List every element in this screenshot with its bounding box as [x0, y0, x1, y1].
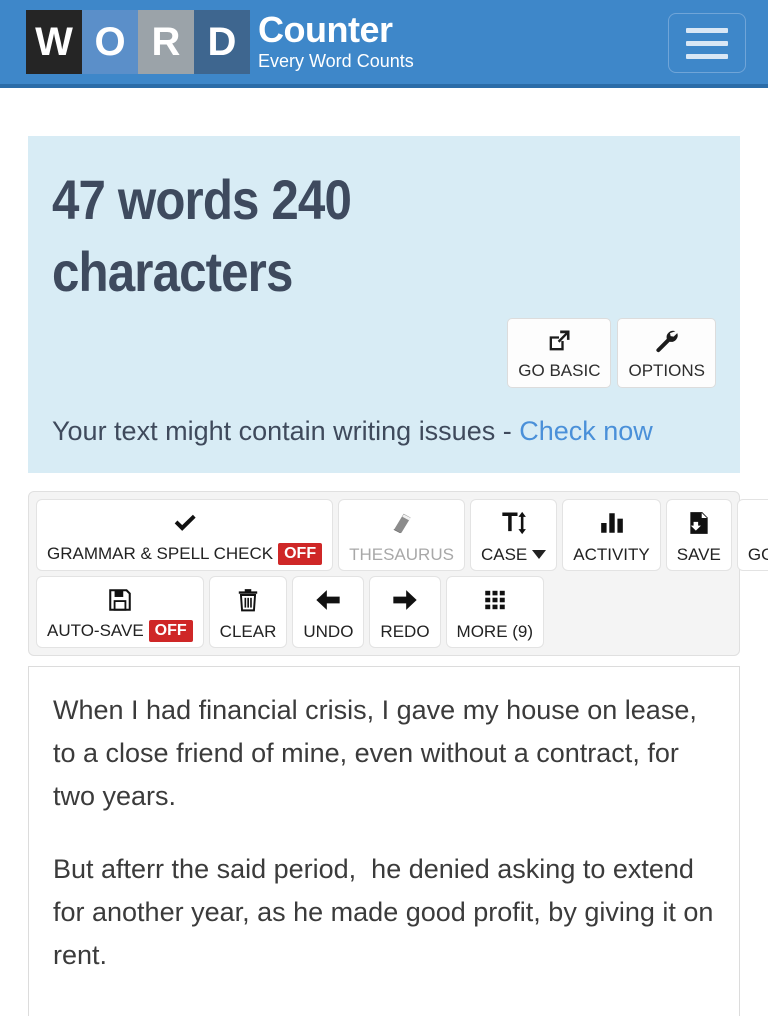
writing-issues-notice: Your text might contain writing issues -… [52, 416, 716, 447]
options-label: OPTIONS [628, 361, 705, 380]
redo-label: REDO [380, 622, 430, 641]
stats-panel: 47 words 240 characters GO BASIC OPTIONS… [28, 136, 740, 473]
logo-tile-r: R [138, 10, 194, 74]
logo-tile-d: D [194, 10, 250, 74]
editor-paragraph-1: When I had financial crisis, I gave my h… [53, 695, 705, 811]
save-label: SAVE [676, 545, 721, 564]
editor-paragraph-2: But afterr the said period, he denied as… [53, 854, 721, 970]
goal-label: GOAL [747, 545, 768, 564]
save-button[interactable]: SAVE [665, 499, 732, 571]
arrow-left-icon [314, 583, 342, 617]
hamburger-menu-icon[interactable] [668, 13, 746, 73]
thesaurus-label: THESAURUS [349, 545, 454, 564]
auto-save-label-row: AUTO-SAVE OFF [47, 620, 193, 642]
activity-label: ACTIVITY [573, 545, 650, 564]
auto-save-label: AUTO-SAVE [47, 621, 144, 640]
book-icon [389, 506, 415, 540]
text-editor-area[interactable]: When I had financial crisis, I gave my h… [28, 666, 740, 1016]
save-download-icon [686, 506, 712, 540]
undo-label: UNDO [303, 622, 354, 641]
brand-logo[interactable]: W O R D Counter Every Word Counts [26, 10, 414, 74]
menu-bar-3 [686, 53, 728, 59]
go-basic-label: GO BASIC [518, 361, 601, 380]
grammar-spell-check-label: GRAMMAR & SPELL CHECK [47, 544, 274, 563]
check-now-link[interactable]: Check now [519, 416, 653, 446]
editor-toolbar: GRAMMAR & SPELL CHECK OFF THESAURUS CASE… [28, 491, 768, 656]
grid-icon [482, 583, 508, 617]
brand-wordmark: Counter Every Word Counts [258, 10, 414, 72]
logo-tile-o: O [82, 10, 138, 74]
site-header: W O R D Counter Every Word Counts [0, 0, 768, 88]
menu-bar-2 [686, 40, 728, 46]
toolbar-row-2: AUTO-SAVE OFF CLEAR UNDO REDO MORE (9) [36, 576, 732, 648]
undo-button[interactable]: UNDO [292, 576, 365, 648]
activity-button[interactable]: ACTIVITY [562, 499, 661, 571]
logo-tile-w: W [26, 10, 82, 74]
trash-icon [235, 583, 261, 617]
case-button[interactable]: CASE [469, 499, 558, 571]
go-basic-button[interactable]: GO BASIC [507, 318, 612, 388]
brand-tagline: Every Word Counts [258, 51, 414, 71]
writing-issues-text: Your text might contain writing issues - [52, 416, 520, 446]
more-button[interactable]: MORE (9) [445, 576, 545, 648]
case-label: CASE [480, 545, 528, 564]
clear-button[interactable]: CLEAR [208, 576, 288, 648]
stats-actions: GO BASIC OPTIONS [52, 318, 716, 388]
text-height-icon [500, 506, 528, 540]
arrow-right-icon [391, 583, 419, 617]
grammar-spell-check-label-row: GRAMMAR & SPELL CHECK OFF [47, 543, 323, 565]
word-character-count-headline: 47 words 240 characters [52, 168, 352, 303]
page-body: 47 words 240 characters GO BASIC OPTIONS… [0, 136, 768, 1016]
auto-save-button[interactable]: AUTO-SAVE OFF [36, 576, 204, 648]
floppy-disk-icon [107, 583, 133, 617]
grammar-spell-check-button[interactable]: GRAMMAR & SPELL CHECK OFF [36, 499, 334, 571]
thesaurus-button[interactable]: THESAURUS [338, 499, 465, 571]
more-label: MORE (9) [456, 622, 534, 641]
clear-label: CLEAR [219, 622, 277, 641]
menu-bar-1 [686, 27, 728, 33]
toolbar-row-1: GRAMMAR & SPELL CHECK OFF THESAURUS CASE… [36, 499, 768, 571]
wrench-icon [653, 326, 681, 356]
goal-label-row: GOAL [748, 545, 768, 565]
brand-title: Counter [258, 9, 393, 50]
case-label-row: CASE [480, 545, 547, 565]
logo-tiles: W O R D [26, 10, 250, 74]
bar-chart-icon [599, 506, 625, 540]
auto-save-off-badge: OFF [148, 620, 193, 642]
chevron-down-icon [532, 550, 547, 559]
external-link-icon [545, 326, 573, 356]
redo-button[interactable]: REDO [369, 576, 441, 648]
check-icon [172, 506, 198, 540]
grammar-off-badge: OFF [278, 543, 323, 565]
options-button[interactable]: OPTIONS [617, 318, 716, 388]
goal-button[interactable]: GOAL [736, 499, 768, 571]
